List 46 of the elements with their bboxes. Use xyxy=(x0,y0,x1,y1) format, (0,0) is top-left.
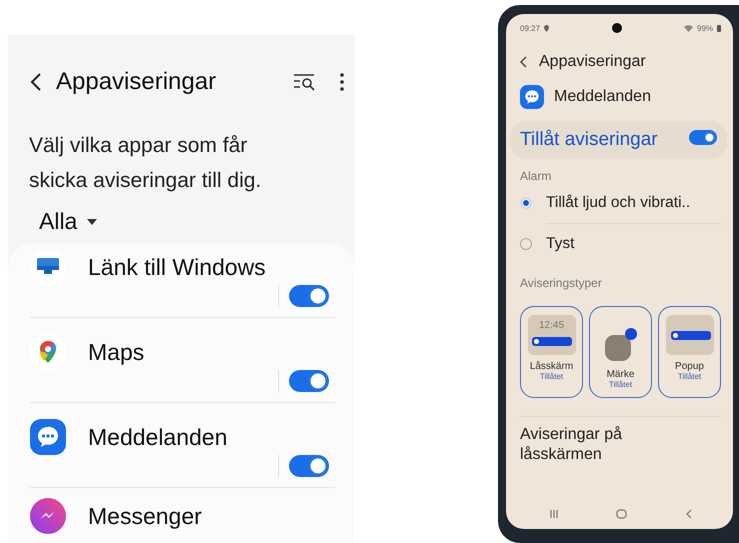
home-icon[interactable] xyxy=(616,509,628,519)
app-name: Maps xyxy=(88,338,146,366)
type-status: Tillåtet xyxy=(678,372,702,381)
recent-apps-icon[interactable] xyxy=(548,509,559,519)
battery-icon xyxy=(717,24,722,32)
section-heading: Aviseringstyper xyxy=(520,276,603,290)
status-time: 09:27 xyxy=(520,24,540,32)
radio-button[interactable] xyxy=(520,238,532,250)
toggle-switch[interactable] xyxy=(689,130,717,146)
toggle-switch[interactable] xyxy=(289,285,329,307)
radio-button[interactable] xyxy=(520,197,532,209)
battery-percentage: 99% xyxy=(697,24,714,32)
search-list-icon[interactable] xyxy=(293,73,315,91)
notification-type-option[interactable]: Popup Tillåtet xyxy=(658,306,721,398)
type-name: Popup xyxy=(675,361,704,372)
popup-preview xyxy=(666,315,714,355)
allow-notifications-row[interactable]: Tillåt aviseringar xyxy=(510,121,727,159)
allow-notifications-label: Tillåt aviseringar xyxy=(520,129,658,151)
section-heading: Alarm xyxy=(520,169,552,183)
notification-type-option[interactable]: Märke Tillåtet xyxy=(589,306,652,398)
app-name: Messenger xyxy=(88,502,203,530)
type-status: Tillåtet xyxy=(608,380,632,389)
filter-dropdown[interactable]: Alla xyxy=(39,208,78,235)
back-icon[interactable] xyxy=(30,72,42,92)
lock-screen-notifications-item[interactable]: Aviseringar på låsskärmen xyxy=(520,416,721,465)
wifi-icon xyxy=(684,24,693,32)
badge-app-icon xyxy=(602,327,638,363)
description-text: Välj vilka appar som får skicka aviseringar till dig. xyxy=(29,133,262,194)
dropdown-caret-icon[interactable] xyxy=(87,218,98,224)
app-name: Länk till Windows xyxy=(88,254,267,280)
type-name: Märke xyxy=(606,369,634,380)
preview-clock: 12:45 xyxy=(538,320,564,331)
toggle-switch[interactable] xyxy=(289,455,329,477)
type-status: Tillåtet xyxy=(540,372,564,381)
type-name: Låsskärm xyxy=(530,361,574,372)
location-icon xyxy=(544,24,550,32)
option-label: Tillåt ljud och vibrati.. xyxy=(546,194,690,212)
notification-type-option[interactable]: 12:45 Låsskärm Tillåtet xyxy=(520,306,583,398)
toggle-switch[interactable] xyxy=(289,370,329,392)
app-name: Meddelanden xyxy=(88,424,228,450)
back-icon[interactable] xyxy=(520,56,527,68)
screen-title: Appaviseringar xyxy=(56,68,218,96)
app-name: Meddelanden xyxy=(554,88,651,106)
camera-hole-icon xyxy=(612,23,622,33)
option-label: Tyst xyxy=(546,235,574,253)
screen-title: Appaviseringar xyxy=(539,53,646,71)
